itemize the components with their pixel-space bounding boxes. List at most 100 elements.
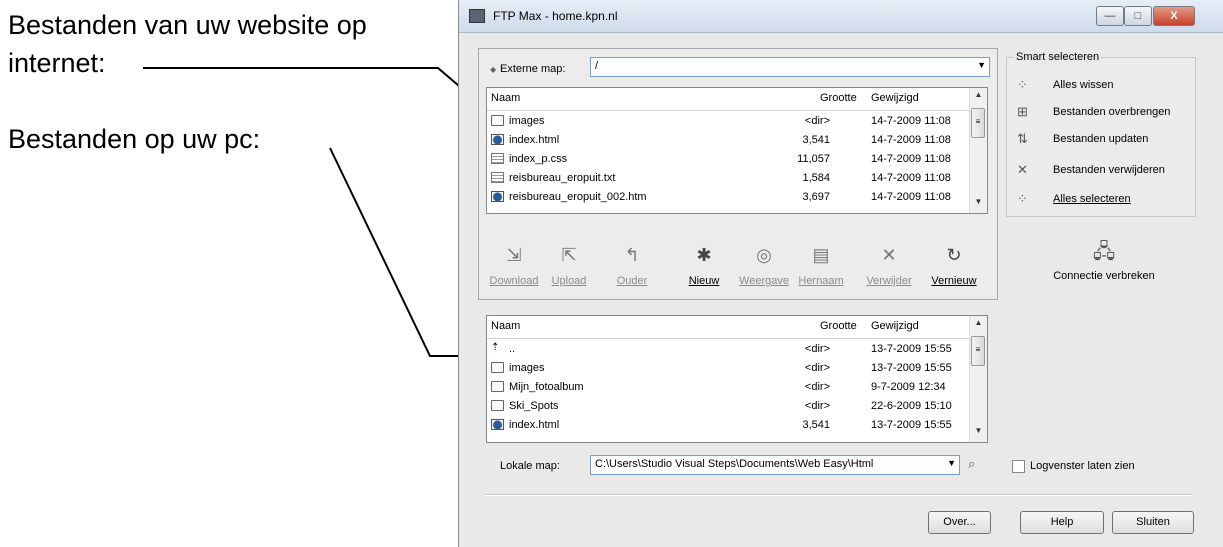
local-file-row[interactable]: index.html 3,541 13-7-2009 15:55 [487,417,987,436]
minimize-button[interactable]: — [1096,6,1124,26]
view-icon: ◎ [756,245,772,265]
download-icon: ⇲ [506,245,522,265]
parent-folder-icon: ⇡ [491,342,500,353]
maximize-button[interactable]: □ [1124,6,1152,26]
parent-folder-button[interactable]: ↰ Ouder [602,244,662,294]
column-modified[interactable]: Gewijzigd [871,92,919,104]
folder-icon [491,400,504,411]
css-file-icon [491,153,504,164]
folder-icon [491,115,504,126]
upload-button[interactable]: ⇱ Upload [539,244,599,294]
file-modified: 14-7-2009 11:08 [871,115,951,127]
file-size: <dir> [804,343,830,355]
file-modified: 9-7-2009 12:34 [871,381,946,393]
html-file-icon [491,134,504,145]
file-name: reisbureau_eropuit.txt [509,172,616,184]
file-name: images [509,362,545,374]
remote-map-bullet: ◆ [490,65,497,74]
local-map-value: C:\Users\Studio Visual Steps\Documents\W… [595,458,874,470]
new-folder-icon: ✱ [696,245,712,265]
folder-icon [491,381,504,392]
close-button[interactable]: Sluiten [1112,511,1194,534]
rename-icon: ▤ [812,245,830,265]
remote-file-row[interactable]: index_p.css 11,057 14-7-2009 11:08 [487,151,987,170]
file-name: reisbureau_eropuit_002.htm [509,191,647,203]
file-size: 11,057 [797,153,830,165]
title-bar[interactable]: FTP Max - home.kpn.nl — □ X [459,0,1223,33]
file-modified: 14-7-2009 11:08 [871,153,951,165]
update-files-icon: ⇅ [1017,131,1028,146]
column-modified[interactable]: Gewijzigd [871,320,919,332]
file-modified: 22-6-2009 15:10 [871,400,952,412]
delete-icon: ✕ [881,245,897,265]
file-size: <dir> [804,362,830,374]
file-size: <dir> [804,115,830,127]
upload-icon: ⇱ [561,245,577,265]
remote-file-row[interactable]: reisbureau_eropuit_002.htm 3,697 14-7-2009… [487,189,987,208]
view-button[interactable]: ◎ Weergave [734,244,794,294]
remote-file-row[interactable]: images <dir> 14-7-2009 11:08 [487,113,987,132]
parent-folder-icon: ↰ [624,245,640,265]
transfer-files-icon: ⊞ [1017,104,1028,119]
html-file-icon [491,191,504,202]
local-list-header: Naam Grootte Gewijzigd [487,316,987,339]
file-size: 3,541 [802,134,830,146]
select-all-icon: ⁘ [1017,191,1028,206]
remote-file-list[interactable]: Naam Grootte Gewijzigd ▲ ≡ ▼ images <dir> 14… [486,87,988,214]
file-size: <dir> [804,381,830,393]
file-name: Ski_Spots [509,400,559,412]
remote-map-combo[interactable]: / ▼ [590,57,990,77]
delete-button[interactable]: ✕ Verwijder [859,244,919,294]
log-window-checkbox[interactable] [1012,460,1025,473]
file-size: 3,541 [802,419,830,431]
smart-select-title: Smart selecteren [1014,51,1102,63]
refresh-button[interactable]: ↻ Vernieuw [924,244,984,294]
close-window-button[interactable]: X [1153,6,1195,26]
column-size[interactable]: Grootte [820,92,857,104]
remote-list-header: Naam Grootte Gewijzigd [487,88,987,111]
file-name: index.html [509,419,560,431]
local-file-row[interactable]: images <dir> 13-7-2009 15:55 [487,360,987,379]
file-modified: 14-7-2009 11:08 [871,191,951,203]
help-button[interactable]: Help [1020,511,1104,534]
browse-folder-icon[interactable]: ⌕ [968,456,975,472]
file-name: Mijn_fotoalbum [509,381,584,393]
clear-all-icon: ⁘ [1017,77,1028,92]
text-file-icon [491,172,504,183]
file-modified: 13-7-2009 15:55 [871,343,952,355]
file-name: index_p.css [509,153,568,165]
chevron-down-icon[interactable]: ▼ [977,60,986,70]
remote-map-value: / [595,60,599,72]
local-file-row[interactable]: ⇡.. <dir> 13-7-2009 15:55 [487,341,987,360]
chevron-down-icon[interactable]: ▼ [947,458,956,468]
local-map-combo[interactable]: C:\Users\Studio Visual Steps\Documents\W… [590,455,960,475]
column-name[interactable]: Naam [491,320,520,332]
about-button[interactable]: Over... [928,511,991,534]
column-name[interactable]: Naam [491,92,520,104]
local-file-list[interactable]: Naam Grootte Gewijzigd ▲ ≡ ▼ ⇡.. <dir> 13-7-… [486,315,988,443]
file-size: <dir> [804,400,830,412]
column-size[interactable]: Grootte [820,320,857,332]
delete-files-icon: ✕ [1017,162,1028,177]
local-file-row[interactable]: Ski_Spots <dir> 22-6-2009 15:10 [487,398,987,417]
remote-file-row[interactable]: index.html 3,541 14-7-2009 11:08 [487,132,987,151]
download-button[interactable]: ⇲ Download [484,244,544,294]
folder-icon [491,362,504,373]
file-modified: 13-7-2009 15:55 [871,419,952,431]
file-modified: 13-7-2009 15:55 [871,362,952,374]
ftp-app-icon [469,9,485,23]
file-modified: 14-7-2009 11:08 [871,134,951,146]
file-size: 1,584 [802,172,830,184]
window-title: FTP Max - home.kpn.nl [493,9,618,23]
network-icon: 🖧 [1092,241,1116,263]
file-size: 3,697 [802,191,830,203]
rename-button[interactable]: ▤ Hernaam [791,244,851,294]
local-file-row[interactable]: Mijn_fotoalbum <dir> 9-7-2009 12:34 [487,379,987,398]
new-folder-button[interactable]: ✱ Nieuw [674,244,734,294]
disconnect-button[interactable]: 🖧 Connectie verbreken [1030,240,1178,292]
remote-map-label: Externe map: [500,63,566,75]
remote-file-row[interactable]: reisbureau_eropuit.txt 1,584 14-7-2009 11:… [487,170,987,189]
divider [486,494,1193,496]
file-name: .. [509,343,516,355]
refresh-icon: ↻ [946,245,962,265]
